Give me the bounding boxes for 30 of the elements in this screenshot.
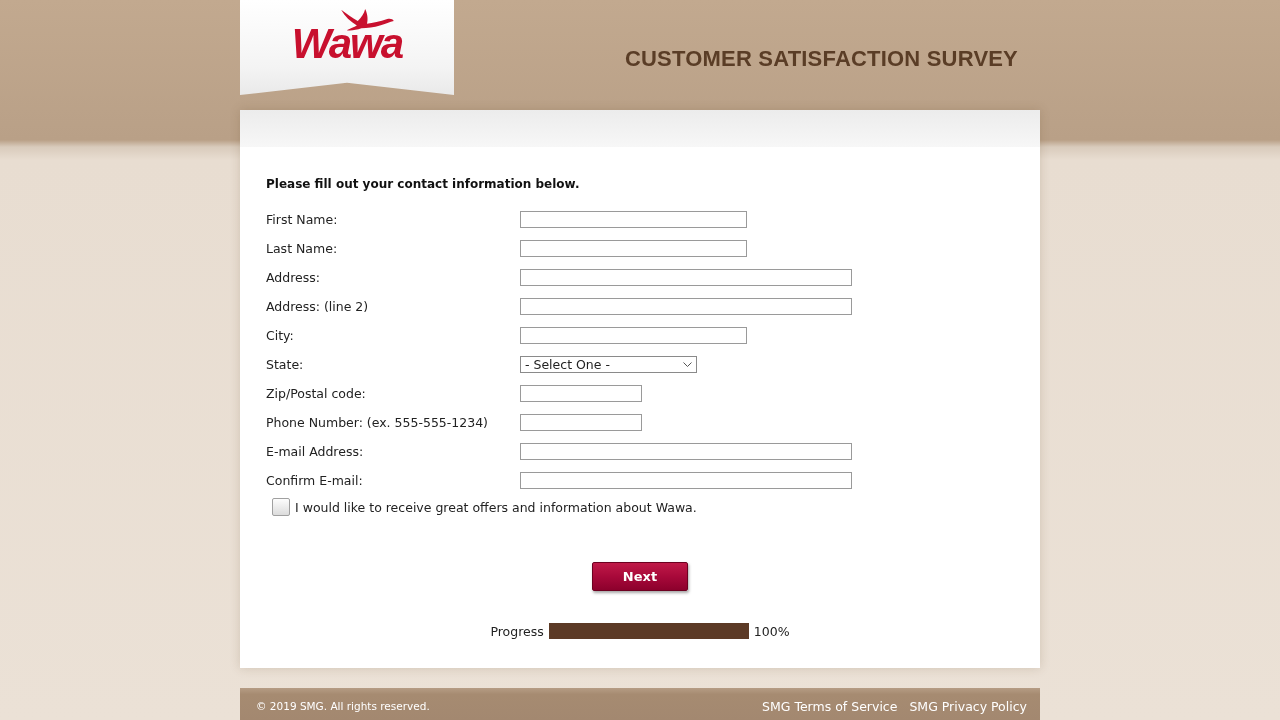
input-field[interactable] [520, 414, 642, 431]
field-label: Address: [266, 269, 320, 287]
input-field[interactable] [520, 472, 852, 489]
input-field[interactable] [520, 443, 852, 460]
survey-title: CUSTOMER SATISFACTION SURVEY [624, 46, 1018, 72]
field-label: City: [266, 327, 294, 345]
progress-label: Progress [490, 623, 544, 639]
input-field[interactable] [520, 240, 747, 257]
field-label: First Name: [266, 211, 338, 229]
input-field[interactable] [520, 298, 852, 315]
progress-percent: 100% [753, 623, 790, 639]
checkbox-label: I would like to receive great offers and information about Wawa. [295, 499, 697, 515]
checkbox[interactable] [272, 498, 290, 516]
input-field[interactable] [520, 269, 852, 286]
logo-wordmark: Wawa [291, 26, 403, 62]
copyright-text: © 2019 SMG. All rights reserved. [256, 700, 430, 712]
state-dropdown[interactable]: - Select One - [520, 356, 697, 373]
field-label: State: [266, 356, 304, 374]
field-label: Zip/Postal code: [266, 385, 366, 403]
field-label: Confirm E-mail: [266, 472, 363, 490]
field-label: Phone Number: (ex. 555-555-1234) [266, 414, 488, 432]
field-label: Last Name: [266, 240, 338, 258]
input-field[interactable] [520, 327, 747, 344]
instruction-text: Please fill out your contact information below. [266, 176, 580, 192]
field-label: Address: (line 2) [266, 298, 369, 316]
input-field[interactable] [520, 211, 747, 228]
field-label: E-mail Address: [266, 443, 364, 461]
next-button[interactable]: Next [592, 562, 688, 591]
input-field[interactable] [520, 385, 642, 402]
chevron-icon [683, 362, 692, 367]
